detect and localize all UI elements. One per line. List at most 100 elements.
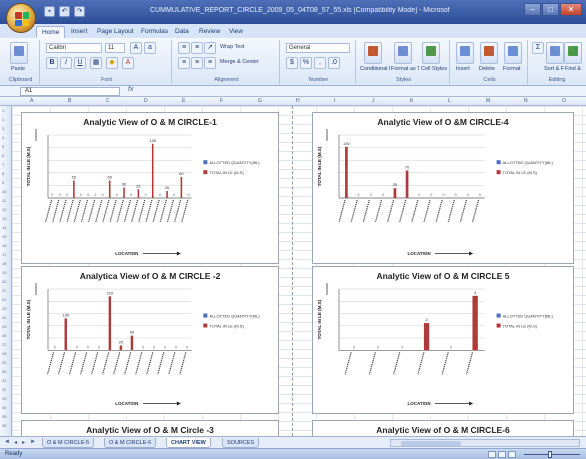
row-header[interactable]: 23 [2, 306, 6, 311]
row-header[interactable]: 34 [2, 405, 6, 410]
column-header[interactable]: N [524, 98, 528, 104]
row-header[interactable]: 14 [2, 225, 6, 230]
row-header[interactable]: 25 [2, 324, 6, 329]
column-header[interactable]: I [334, 98, 335, 104]
row-header[interactable]: 1 [2, 108, 4, 113]
column-header[interactable]: O [562, 98, 566, 104]
format-cells-icon[interactable] [504, 42, 522, 64]
column-header[interactable]: E [182, 98, 185, 104]
fx-icon[interactable]: fx [128, 86, 133, 93]
row-header[interactable]: 8 [2, 171, 4, 176]
delete-cells-icon[interactable] [480, 42, 498, 64]
italic-icon[interactable]: I [60, 57, 72, 69]
font-name-select[interactable]: Calibri [46, 43, 102, 53]
increase-decimal-icon[interactable]: .0 [328, 57, 340, 69]
font-size-select[interactable]: 11 [105, 43, 125, 53]
row-header[interactable]: 21 [2, 288, 6, 293]
cell-styles-icon[interactable] [422, 42, 440, 64]
column-header[interactable]: D [144, 98, 148, 104]
row-header[interactable]: 10 [2, 189, 6, 194]
row-header[interactable]: 31 [2, 378, 6, 383]
name-box[interactable]: A1 [20, 87, 120, 96]
office-button[interactable] [6, 3, 36, 33]
column-header[interactable]: B [68, 98, 71, 104]
column-header[interactable]: G [258, 98, 262, 104]
close-button[interactable]: ✕ [560, 3, 582, 16]
redo-icon[interactable]: ↷ [74, 6, 85, 17]
row-header[interactable]: 29 [2, 360, 6, 365]
tab-insert[interactable]: Insert [66, 26, 92, 38]
page-break-view-icon[interactable] [508, 451, 516, 458]
format-as-table-icon[interactable] [394, 42, 412, 64]
row-header[interactable]: 2 [2, 117, 4, 122]
column-header[interactable]: F [220, 98, 223, 104]
chart-circle-4[interactable]: Analytic View of O &M CIRCLE-4 130 0 0 0 25 7… [312, 112, 574, 264]
column-header[interactable]: C [106, 98, 110, 104]
column-header[interactable]: L [448, 98, 451, 104]
next-sheet-icon[interactable]: ▸ [22, 439, 25, 446]
row-header[interactable]: 17 [2, 252, 6, 257]
align-center-icon[interactable]: ≡ [191, 57, 203, 69]
horizontal-scrollbar[interactable] [390, 439, 580, 447]
row-header[interactable]: 32 [2, 387, 6, 392]
row-header[interactable]: 20 [2, 279, 6, 284]
currency-icon[interactable]: $ [286, 57, 298, 69]
sort-filter-icon[interactable] [546, 42, 564, 64]
row-header[interactable]: 24 [2, 315, 6, 320]
align-right-icon[interactable]: ≡ [204, 57, 216, 69]
column-header[interactable]: J [372, 98, 375, 104]
row-header[interactable]: 26 [2, 333, 6, 338]
paste-icon[interactable] [10, 42, 28, 64]
number-format-select[interactable]: General [286, 43, 350, 53]
column-header[interactable]: A [30, 98, 33, 104]
row-header[interactable]: 3 [2, 126, 4, 131]
row-header[interactable]: 22 [2, 297, 6, 302]
comma-icon[interactable]: , [314, 57, 326, 69]
first-sheet-icon[interactable]: ◄ [4, 439, 10, 445]
scroll-thumb[interactable] [401, 441, 461, 446]
chart-circle-5[interactable]: Analytic View of O & M CIRCLE 5 0 0 0 2 0 4 TO… [312, 266, 574, 414]
chart-circle-1[interactable]: Analytic View of O & M CIRCLE-1 0 0 0 50 0 0 0… [21, 112, 279, 264]
tab-page-layout[interactable]: Page Layout [92, 26, 139, 38]
row-header[interactable]: 16 [2, 243, 6, 248]
sheet-tab[interactable]: SOURCES [222, 438, 260, 448]
align-middle-icon[interactable]: ≡ [191, 42, 203, 54]
sheet-tab[interactable]: O & M CIRCLE-5 [42, 438, 95, 448]
underline-icon[interactable]: U [74, 57, 86, 69]
find-select-icon[interactable] [564, 42, 582, 64]
row-header[interactable]: 6 [2, 153, 4, 158]
percent-icon[interactable]: % [300, 57, 312, 69]
border-icon[interactable]: ▦ [90, 57, 102, 69]
fill-color-icon[interactable]: ◆ [106, 57, 118, 69]
chart-circle-3[interactable]: Analytic View of O & M Circle -3 [21, 420, 279, 436]
column-header[interactable]: M [486, 98, 490, 104]
row-header[interactable]: 35 [2, 414, 6, 419]
zoom-slider[interactable] [524, 451, 580, 458]
tab-home[interactable]: Home [36, 26, 66, 38]
tab-view[interactable]: View [224, 26, 248, 38]
insert-cells-icon[interactable] [456, 42, 474, 64]
column-header[interactable]: H [296, 98, 300, 104]
undo-icon[interactable]: ↶ [59, 6, 70, 17]
row-header[interactable]: 9 [2, 180, 4, 185]
column-header[interactable]: K [410, 98, 413, 104]
row-header[interactable]: 4 [2, 135, 4, 140]
normal-view-icon[interactable] [488, 451, 496, 458]
chart-circle-2[interactable]: Analytica View of O & M CIRCLE -2 0 130 0 0… [21, 266, 279, 414]
autosum-icon[interactable]: Σ [532, 42, 544, 54]
row-header[interactable]: 11 [2, 198, 6, 203]
row-header[interactable]: 15 [2, 234, 6, 239]
align-left-icon[interactable]: ≡ [178, 57, 190, 69]
row-header[interactable]: 5 [2, 144, 4, 149]
row-header[interactable]: 36 [2, 423, 6, 428]
tab-review[interactable]: Review [194, 26, 225, 38]
last-sheet-icon[interactable]: ► [30, 439, 36, 445]
row-header[interactable]: 19 [2, 270, 6, 275]
row-header[interactable]: 30 [2, 369, 6, 374]
wrap-text-button[interactable]: Wrap Text [220, 44, 245, 50]
row-header[interactable]: 13 [2, 216, 6, 221]
row-header[interactable]: 33 [2, 396, 6, 401]
worksheet[interactable]: Analytic View of O & M CIRCLE-1 0 0 0 50 0 0 0… [12, 106, 586, 436]
align-top-icon[interactable]: ≡ [178, 42, 190, 54]
minimize-button[interactable]: – [524, 3, 541, 16]
